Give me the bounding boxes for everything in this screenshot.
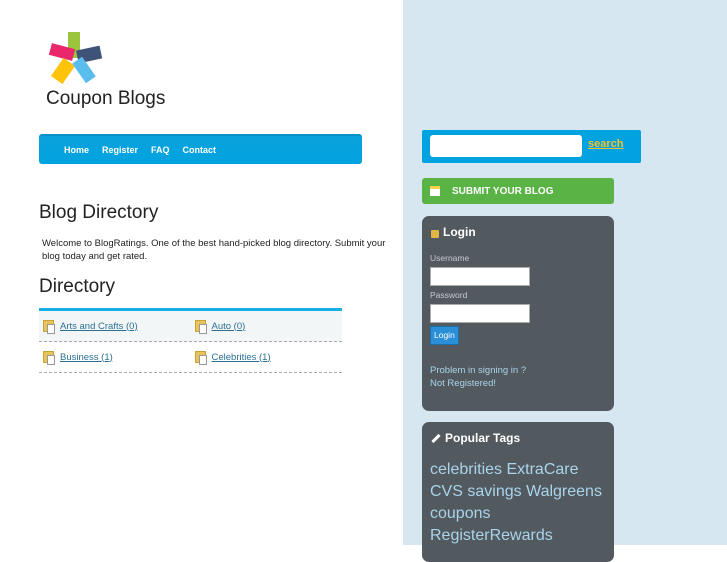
problem-signing-in-link[interactable]: Problem in signing in ? xyxy=(430,365,526,376)
category-link[interactable]: Arts and Crafts (0) xyxy=(60,321,138,332)
not-registered-link[interactable]: Not Registered! xyxy=(430,378,496,389)
table-row: Business (1) Celebrities (1) xyxy=(39,342,342,373)
tag-link[interactable]: celebrities xyxy=(430,461,502,478)
folder-icon xyxy=(43,351,55,365)
search-button[interactable]: search xyxy=(588,138,623,150)
username-input[interactable] xyxy=(430,267,530,286)
nav-home[interactable]: Home xyxy=(64,145,89,155)
tag-cloud: celebrities ExtraCare CVS savings Walgre… xyxy=(430,459,612,547)
nav-contact[interactable]: Contact xyxy=(183,145,217,155)
tag-link[interactable]: savings xyxy=(467,483,521,500)
login-button[interactable]: Login xyxy=(430,326,459,345)
lock-icon xyxy=(431,229,439,238)
page-title: Blog Directory xyxy=(39,202,159,223)
password-label: Password xyxy=(430,290,468,300)
tag-link[interactable]: Walgreens xyxy=(526,483,602,500)
tags-title: Popular Tags xyxy=(445,431,521,445)
tag-link[interactable]: coupons xyxy=(430,505,491,522)
folder-icon xyxy=(194,351,207,365)
submit-blog-label: SUBMIT YOUR BLOG xyxy=(452,185,554,197)
tag-link[interactable]: ExtraCare xyxy=(506,461,578,478)
table-row: Arts and Crafts (0) Auto (0) xyxy=(39,311,342,342)
popular-tags-panel: Popular Tags celebrities ExtraCare CVS s… xyxy=(422,422,614,562)
folder-icon xyxy=(43,320,55,334)
main-nav: Home Register FAQ Contact xyxy=(39,134,362,164)
nav-register[interactable]: Register xyxy=(102,145,138,155)
pencil-icon xyxy=(431,433,441,443)
category-link[interactable]: Auto (0) xyxy=(212,321,246,332)
password-input[interactable] xyxy=(430,304,530,323)
username-label: Username xyxy=(430,253,470,263)
category-link[interactable]: Business (1) xyxy=(60,352,113,363)
directory-table: Arts and Crafts (0) Auto (0) Business (1… xyxy=(39,308,342,373)
nav-faq[interactable]: FAQ xyxy=(151,145,170,155)
welcome-text: Welcome to BlogRatings. One of the best … xyxy=(42,238,386,262)
tag-link[interactable]: RegisterRewards xyxy=(430,527,553,544)
search-box: search xyxy=(422,130,641,163)
site-title[interactable]: Coupon Blogs xyxy=(46,88,165,110)
submit-blog-button[interactable]: SUBMIT YOUR BLOG xyxy=(422,178,614,204)
login-panel: Login Username Password Login Problem in… xyxy=(422,216,614,411)
tag-link[interactable]: CVS xyxy=(430,483,463,500)
directory-heading: Directory xyxy=(39,276,116,297)
category-link[interactable]: Celebrities (1) xyxy=(212,352,271,363)
folder-icon xyxy=(194,320,207,334)
upload-icon xyxy=(430,186,440,196)
login-title: Login xyxy=(443,225,476,239)
site-logo[interactable] xyxy=(48,32,104,86)
search-input[interactable] xyxy=(430,135,582,157)
